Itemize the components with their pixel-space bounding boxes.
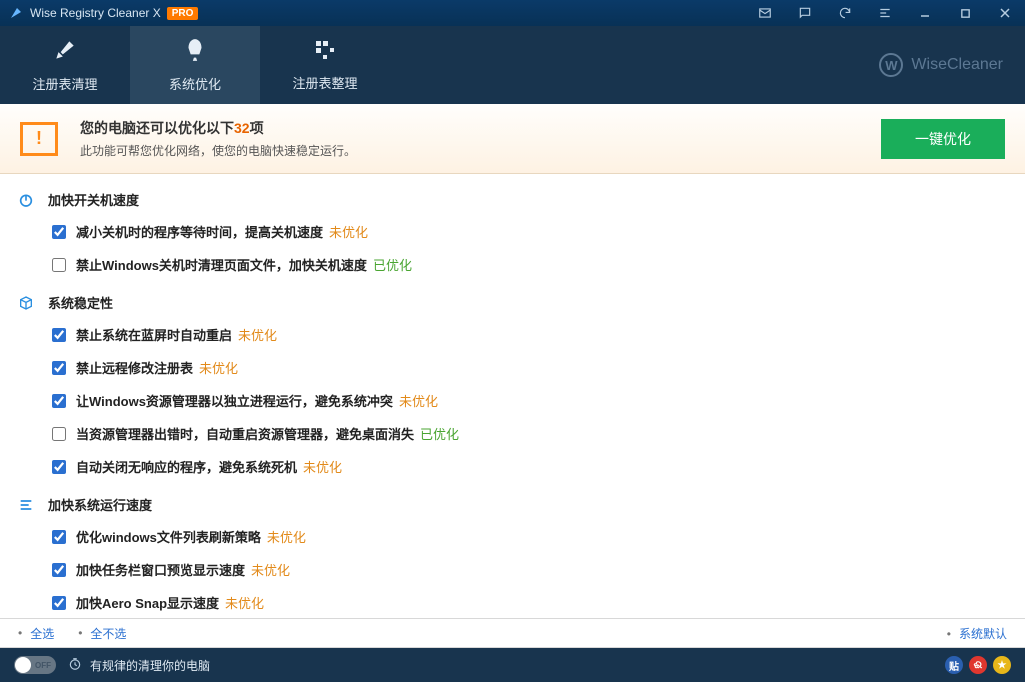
system-default-link[interactable]: 系统默认 bbox=[959, 627, 1007, 641]
tab-label: 注册表清理 bbox=[32, 74, 97, 93]
menu-icon[interactable] bbox=[865, 0, 905, 26]
option-status: 已优化 bbox=[420, 424, 459, 443]
speed-icon bbox=[18, 497, 36, 513]
option-text: 禁止Windows关机时清理页面文件，加快关机速度 bbox=[76, 255, 367, 274]
status-bar: OFF 有规律的清理你的电脑 贴 ଈ ★ bbox=[0, 648, 1025, 682]
brand: W WiseCleaner bbox=[879, 26, 1025, 104]
option-item: 加快Aero Snap显示速度未优化 bbox=[0, 586, 1025, 618]
select-none-link[interactable]: 全不选 bbox=[90, 625, 126, 642]
group-header[interactable]: 加快系统运行速度 bbox=[0, 489, 1025, 520]
pro-badge: PRO bbox=[167, 7, 199, 20]
group-header[interactable]: 加快开关机速度 bbox=[0, 184, 1025, 215]
select-all-link[interactable]: 全选 bbox=[30, 625, 54, 642]
option-text: 禁止远程修改注册表 bbox=[76, 358, 193, 377]
schedule-toggle[interactable]: OFF bbox=[14, 656, 56, 674]
app-title: Wise Registry Cleaner X bbox=[30, 6, 161, 20]
grid-icon bbox=[313, 38, 337, 65]
group-header[interactable]: 系统稳定性 bbox=[0, 287, 1025, 318]
clock-icon bbox=[68, 657, 82, 674]
option-group: 加快开关机速度减小关机时的程序等待时间，提高关机速度未优化禁止Windows关机… bbox=[0, 184, 1025, 281]
banner-title: 您的电脑还可以优化以下32项 bbox=[80, 118, 881, 138]
option-group: 系统稳定性禁止系统在蓝屏时自动重启未优化禁止远程修改注册表未优化让Windows… bbox=[0, 287, 1025, 483]
maximize-icon[interactable] bbox=[945, 0, 985, 26]
group-title: 系统稳定性 bbox=[48, 293, 113, 312]
option-checkbox[interactable] bbox=[52, 361, 66, 375]
social-weibo-icon[interactable]: ଈ bbox=[969, 656, 987, 674]
option-text: 加快任务栏窗口预览显示速度 bbox=[76, 560, 245, 579]
social-qzone-icon[interactable]: ★ bbox=[993, 656, 1011, 674]
option-item: 禁止系统在蓝屏时自动重启未优化 bbox=[0, 318, 1025, 351]
option-text: 自动关闭无响应的程序，避免系统死机 bbox=[76, 457, 297, 476]
group-title: 加快系统运行速度 bbox=[48, 495, 152, 514]
brand-logo-icon: W bbox=[879, 53, 903, 77]
option-text: 让Windows资源管理器以独立进程运行，避免系统冲突 bbox=[76, 391, 393, 410]
option-status: 已优化 bbox=[373, 255, 412, 274]
app-icon bbox=[8, 5, 24, 21]
tab-label: 系统优化 bbox=[169, 74, 221, 93]
banner-subtitle: 此功能可帮您优化网络，使您的电脑快速稳定运行。 bbox=[80, 142, 881, 159]
option-checkbox[interactable] bbox=[52, 563, 66, 577]
option-item: 自动关闭无响应的程序，避免系统死机未优化 bbox=[0, 450, 1025, 483]
option-item: 优化windows文件列表刷新策略未优化 bbox=[0, 520, 1025, 553]
schedule-text: 有规律的清理你的电脑 bbox=[90, 657, 210, 674]
option-item: 禁止Windows关机时清理页面文件，加快关机速度已优化 bbox=[0, 248, 1025, 281]
option-text: 当资源管理器出错时，自动重启资源管理器，避免桌面消失 bbox=[76, 424, 414, 443]
optimize-banner: ! 您的电脑还可以优化以下32项 此功能可帮您优化网络，使您的电脑快速稳定运行。… bbox=[0, 104, 1025, 174]
option-status: 未优化 bbox=[303, 457, 342, 476]
option-status: 未优化 bbox=[267, 527, 306, 546]
cube-icon bbox=[18, 295, 36, 311]
minimize-icon[interactable] bbox=[905, 0, 945, 26]
option-item: 禁止远程修改注册表未优化 bbox=[0, 351, 1025, 384]
refresh-icon[interactable] bbox=[825, 0, 865, 26]
brand-text: WiseCleaner bbox=[911, 56, 1003, 74]
option-checkbox[interactable] bbox=[52, 225, 66, 239]
tab-system-optimize[interactable]: 系统优化 bbox=[130, 26, 260, 104]
selection-bar: •全选 •全不选 •系统默认 bbox=[0, 618, 1025, 648]
tab-registry-defrag[interactable]: 注册表整理 bbox=[260, 26, 390, 104]
nav-bar: 注册表清理 系统优化 注册表整理 W WiseCleaner bbox=[0, 26, 1025, 104]
option-checkbox[interactable] bbox=[52, 328, 66, 342]
warning-icon: ! bbox=[20, 122, 58, 156]
option-text: 优化windows文件列表刷新策略 bbox=[76, 527, 261, 546]
option-item: 减小关机时的程序等待时间，提高关机速度未优化 bbox=[0, 215, 1025, 248]
tab-registry-clean[interactable]: 注册表清理 bbox=[0, 26, 130, 104]
rocket-icon bbox=[182, 37, 208, 66]
close-icon[interactable] bbox=[985, 0, 1025, 26]
option-checkbox[interactable] bbox=[52, 258, 66, 272]
optimization-list[interactable]: 加快开关机速度减小关机时的程序等待时间，提高关机速度未优化禁止Windows关机… bbox=[0, 174, 1025, 618]
social-tieba-icon[interactable]: 贴 bbox=[945, 656, 963, 674]
option-checkbox[interactable] bbox=[52, 460, 66, 474]
option-item: 加快任务栏窗口预览显示速度未优化 bbox=[0, 553, 1025, 586]
option-group: 加快系统运行速度优化windows文件列表刷新策略未优化加快任务栏窗口预览显示速… bbox=[0, 489, 1025, 618]
option-status: 未优化 bbox=[238, 325, 277, 344]
option-status: 未优化 bbox=[199, 358, 238, 377]
option-checkbox[interactable] bbox=[52, 530, 66, 544]
option-checkbox[interactable] bbox=[52, 394, 66, 408]
mail-icon[interactable] bbox=[745, 0, 785, 26]
option-status: 未优化 bbox=[225, 593, 264, 612]
optimize-button[interactable]: 一键优化 bbox=[881, 119, 1005, 159]
option-text: 禁止系统在蓝屏时自动重启 bbox=[76, 325, 232, 344]
option-status: 未优化 bbox=[329, 222, 368, 241]
option-item: 让Windows资源管理器以独立进程运行，避免系统冲突未优化 bbox=[0, 384, 1025, 417]
option-item: 当资源管理器出错时，自动重启资源管理器，避免桌面消失已优化 bbox=[0, 417, 1025, 450]
power-icon bbox=[18, 192, 36, 208]
group-title: 加快开关机速度 bbox=[48, 190, 139, 209]
option-status: 未优化 bbox=[251, 560, 290, 579]
brush-icon bbox=[52, 37, 78, 66]
option-status: 未优化 bbox=[399, 391, 438, 410]
feedback-icon[interactable] bbox=[785, 0, 825, 26]
title-bar: Wise Registry Cleaner X PRO bbox=[0, 0, 1025, 26]
option-checkbox[interactable] bbox=[52, 596, 66, 610]
option-checkbox[interactable] bbox=[52, 427, 66, 441]
tab-label: 注册表整理 bbox=[292, 73, 357, 92]
option-text: 减小关机时的程序等待时间，提高关机速度 bbox=[76, 222, 323, 241]
option-text: 加快Aero Snap显示速度 bbox=[76, 593, 219, 612]
